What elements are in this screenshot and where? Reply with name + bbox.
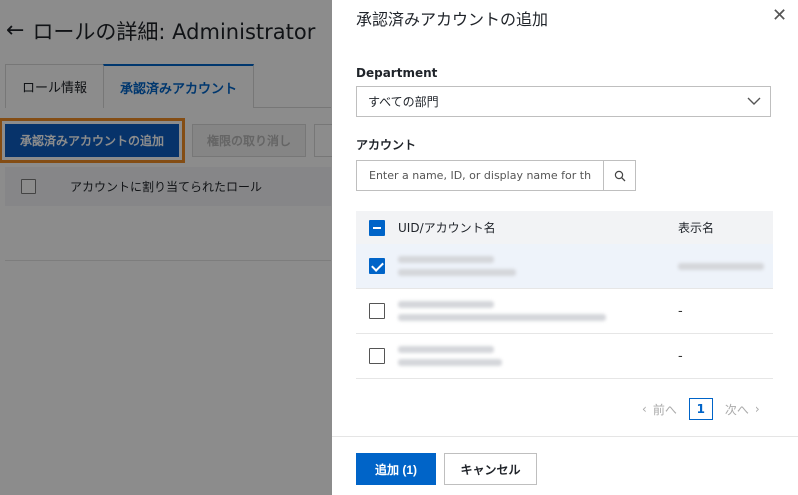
- next-page-button[interactable]: 次へ: [725, 401, 749, 418]
- row-checkbox[interactable]: [369, 348, 385, 364]
- account-label: アカウント: [356, 138, 417, 152]
- search-icon: [614, 170, 625, 181]
- chevron-down-icon: [747, 97, 761, 105]
- column-header-uid: UID/アカウント名: [398, 221, 496, 235]
- account-search-input[interactable]: [356, 160, 604, 191]
- add-button[interactable]: 追加 (1): [356, 453, 436, 485]
- search-button[interactable]: [604, 160, 636, 191]
- account-search: [356, 160, 636, 191]
- department-value: すべての部門: [368, 95, 439, 109]
- select-all-checkbox[interactable]: [369, 219, 385, 236]
- close-icon[interactable]: ✕: [772, 7, 787, 25]
- add-account-drawer: 承認済みアカウントの追加 ✕ Department すべての部門 アカウント U…: [332, 0, 798, 495]
- row-checkbox[interactable]: [369, 258, 385, 274]
- account-uid: [398, 253, 678, 279]
- department-select[interactable]: すべての部門: [356, 86, 771, 117]
- footer-divider: [332, 436, 798, 437]
- row-checkbox[interactable]: [369, 303, 385, 319]
- department-label: Department: [356, 66, 438, 80]
- drawer-title: 承認済みアカウントの追加: [356, 10, 549, 29]
- account-uid: [398, 343, 678, 369]
- table-row[interactable]: -: [356, 289, 773, 334]
- page-number[interactable]: 1: [688, 398, 713, 420]
- chevron-right-icon: ›: [754, 402, 760, 416]
- table-header-row: UID/アカウント名 表示名: [356, 211, 773, 244]
- account-uid: [398, 298, 678, 324]
- account-display-name: [678, 260, 773, 273]
- modal-overlay[interactable]: [0, 0, 332, 495]
- cancel-button[interactable]: キャンセル: [444, 453, 537, 485]
- column-header-display-name: 表示名: [678, 221, 715, 235]
- account-table: UID/アカウント名 表示名 - -: [356, 211, 773, 379]
- prev-page-button[interactable]: 前へ: [653, 401, 677, 418]
- chevron-left-icon: ‹: [642, 402, 647, 416]
- account-display-name: -: [678, 303, 683, 319]
- table-row[interactable]: [356, 244, 773, 289]
- account-display-name: -: [678, 348, 683, 364]
- pagination: ‹ 前へ 1 次へ ›: [642, 398, 760, 420]
- table-row[interactable]: -: [356, 334, 773, 379]
